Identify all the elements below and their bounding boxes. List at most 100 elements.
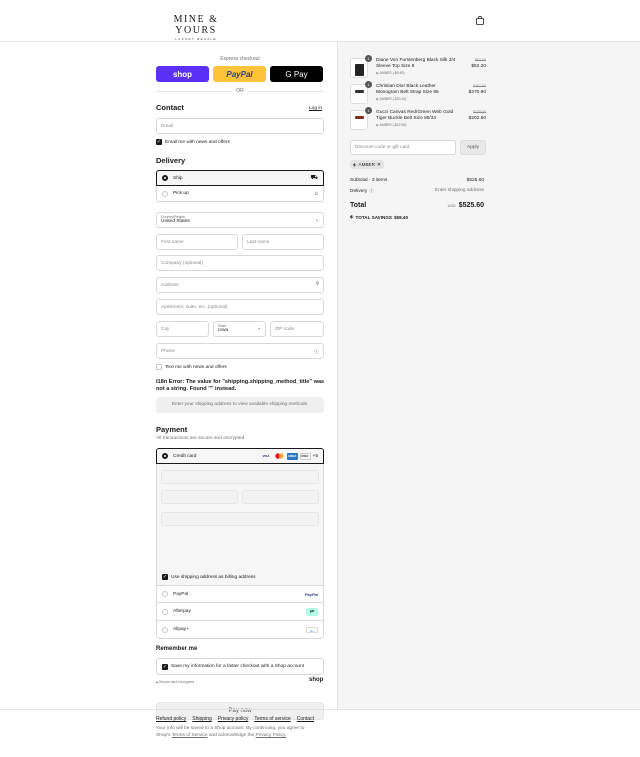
item-price: $52.20 [471, 64, 486, 69]
tag-icon: ⬖ [376, 97, 379, 101]
brand-logo[interactable]: MINE & YOURS LUXURY RESALE [156, 14, 236, 41]
secure-label: Secure and encrypted [158, 680, 195, 684]
help-icon[interactable]: ⓘ [369, 188, 373, 194]
company-field[interactable]: Company (optional) [156, 255, 324, 271]
delivery-label: Delivery [350, 188, 368, 194]
alipay-radio[interactable] [162, 626, 168, 633]
save-info-label: Save my information for a faster checkou… [171, 664, 305, 669]
apartment-field[interactable]: Apartment, suite, etc. (optional) [156, 299, 324, 315]
product-name-line-2: Tiger Buckle Belt Size 85/34 [376, 116, 437, 121]
ship-radio[interactable] [162, 175, 168, 181]
tag-icon: ⬖ [376, 71, 379, 75]
footer-link-privacy[interactable]: Privacy policy [218, 716, 249, 722]
or-label: OR [236, 88, 244, 94]
footer-link-terms[interactable]: Terms of service [254, 716, 290, 722]
remember-title: Remember me [156, 646, 198, 652]
product-name: Christian Dior Black Leather Monogram Bel… [376, 84, 468, 96]
store-icon: ⌂ [314, 190, 318, 197]
country-value: United States [161, 219, 190, 224]
paypal-button[interactable]: PayPal [213, 66, 266, 82]
item-discount: AMBER (-$30.10) [379, 97, 407, 101]
delivery-title: Delivery [156, 156, 186, 165]
delivery-value: Enter shipping address [434, 188, 484, 193]
checkout-form: Express checkout shop PayPal G Pay OR Co… [0, 42, 337, 738]
help-icon[interactable]: ⓘ [314, 348, 319, 355]
billing-checkbox-row[interactable]: ✓ Use shipping address as billing addres… [162, 574, 256, 580]
security-code-field[interactable] [242, 490, 319, 504]
pickup-radio[interactable] [162, 190, 168, 197]
last-name-field[interactable]: Last name [242, 234, 324, 250]
total-label: Total [350, 202, 367, 209]
shopping-bag-icon[interactable] [476, 16, 484, 25]
truck-icon: ⛟ [310, 175, 318, 181]
discover-icon: DISC [299, 452, 311, 460]
country-select[interactable]: Country/Region United States ⌄ [156, 212, 324, 228]
footer-link-contact[interactable]: Contact [297, 716, 314, 722]
afterpay-option[interactable]: Afterpay ⇄ [156, 603, 324, 621]
product-image [355, 116, 364, 119]
shop-logo: shop [309, 677, 324, 683]
address-placeholder: Address [161, 283, 179, 288]
paypal-label: PayPal [173, 591, 189, 597]
credit-card-radio[interactable] [162, 453, 168, 459]
save-info-checkbox[interactable]: ✓ [162, 663, 168, 670]
credit-card-option[interactable]: Credit card VISA AMEX DISC +5 [156, 448, 324, 464]
afterpay-label: Afterpay [173, 609, 191, 614]
afterpay-radio[interactable] [162, 608, 168, 615]
header: MINE & YOURS LUXURY RESALE [0, 0, 640, 42]
state-select[interactable]: State Iowa ⌄ [213, 321, 266, 337]
discount-row: ⬖ AMBER (-$30.10) [376, 97, 406, 101]
product-name-line-2: Monogram Belt Strap Size 95 [376, 90, 439, 95]
quantity-badge: 1 [365, 81, 372, 88]
cart-item: 1 Diane Von Furstenberg Black Silk 3/4 Sle… [350, 55, 486, 81]
visa-icon: VISA [262, 454, 270, 458]
item-discount: AMBER (-$22.50) [379, 123, 407, 127]
shop-pay-button[interactable]: shop [156, 66, 209, 82]
product-name: Gucci Canvas Red/Green Web Gold Tiger Buc… [376, 110, 468, 122]
paypal-radio[interactable] [162, 591, 168, 597]
payment-subtitle: All transactions are secure and encrypte… [156, 436, 246, 441]
zip-field[interactable]: ZIP code [270, 321, 324, 337]
news-checkbox-row[interactable]: ✓ Email me with news and offers [156, 139, 230, 145]
phone-field[interactable]: Phone ⓘ [156, 343, 324, 359]
paypal-logo-icon: PayPal [304, 591, 318, 597]
state-value: Iowa [218, 328, 229, 333]
name-on-card-field[interactable] [161, 512, 319, 526]
text-checkbox[interactable] [156, 364, 162, 370]
email-field[interactable]: Email [156, 118, 324, 134]
first-name-field[interactable]: First name [156, 234, 238, 250]
pickup-option[interactable]: Pick up ⌂ [156, 186, 324, 202]
address-field[interactable]: Address ⚲ [156, 277, 324, 293]
savings-row: ⬖ TOTAL SAVINGS $58.40 [350, 214, 408, 220]
error-message: I18n Error: The value for "shipping.ship… [156, 379, 325, 392]
cart-item: 1 Gucci Canvas Red/Green Web Gold Tiger Bu… [350, 107, 486, 133]
card-number-field[interactable] [161, 470, 319, 484]
footer-link-refund[interactable]: Refund policy [156, 716, 186, 722]
express-checkout-label: Express checkout [220, 56, 260, 62]
discount-field[interactable]: Discount code or gift card [350, 140, 456, 155]
ship-option[interactable]: Ship ⛟ [156, 170, 324, 186]
alipay-label: Alipay+ [173, 627, 189, 632]
login-link[interactable]: Log in [309, 106, 322, 111]
expiry-field[interactable] [161, 490, 238, 504]
footer-links: Refund policy Shipping Privacy policy Te… [156, 716, 320, 722]
ship-label: Ship [173, 175, 183, 181]
google-pay-button[interactable]: G Pay [270, 66, 323, 82]
news-checkbox[interactable]: ✓ [156, 139, 162, 145]
alipay-option[interactable]: Alipay+ A+ [156, 621, 324, 639]
product-image [355, 64, 364, 76]
paypal-option[interactable]: PayPal PayPal [156, 586, 324, 603]
item-price: $270.90 [468, 90, 486, 95]
secure-note: 🔒︎ Secure and encrypted [156, 680, 194, 684]
chevron-down-icon: ⌄ [256, 326, 261, 331]
city-field[interactable]: City [156, 321, 209, 337]
save-info-row[interactable]: ✓ Save my information for a faster check… [156, 658, 324, 675]
currency-code: USD [447, 204, 456, 208]
apply-button[interactable]: Apply [460, 140, 486, 155]
news-label: Email me with news and offers [165, 139, 230, 145]
close-icon[interactable]: ✕ [377, 162, 381, 168]
text-checkbox-row[interactable]: Text me with news and offers [156, 364, 227, 370]
billing-checkbox[interactable]: ✓ [162, 574, 168, 580]
footer-link-shipping[interactable]: Shipping [192, 716, 211, 722]
billing-label: Use shipping address as billing address [171, 574, 256, 580]
